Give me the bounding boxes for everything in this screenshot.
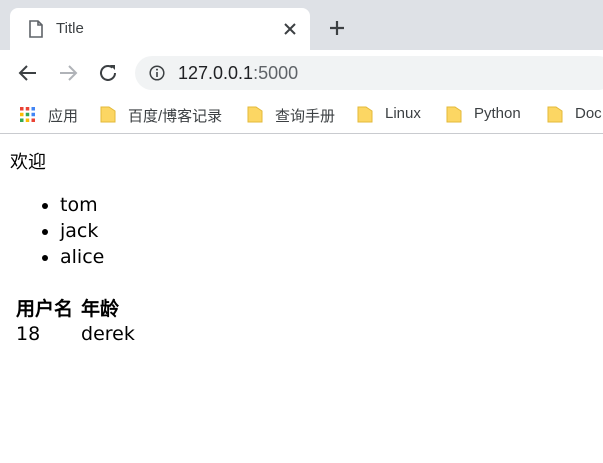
browser-toolbar: 127.0.0.1:5000: [0, 50, 603, 96]
tab-title: Title: [56, 20, 84, 37]
folder-icon: [547, 106, 563, 123]
url-host: 127.0.0.1: [178, 63, 254, 83]
user-table: 用户名 年龄 18 derek: [10, 292, 141, 347]
page-content: 欢迎 tom jack alice 用户名 年龄 18 derek: [0, 134, 603, 463]
reload-icon[interactable]: [96, 61, 120, 85]
back-icon[interactable]: [16, 61, 40, 85]
url-text[interactable]: 127.0.0.1:5000: [178, 63, 298, 84]
folder-icon: [100, 106, 116, 123]
bookmark-label: 查询手册: [275, 108, 336, 125]
bookmarks-bar: 应用 百度/博客记录 查询手册 Linux Python Doc: [0, 96, 603, 134]
table-row: 18 derek: [14, 323, 137, 345]
document-icon: [29, 20, 43, 38]
new-tab-icon[interactable]: [327, 18, 347, 38]
bookmark-label: Linux: [385, 105, 421, 122]
apps-icon: [20, 107, 35, 122]
table-cell: 18: [16, 323, 41, 345]
column-header-username: 用户名: [16, 298, 74, 320]
address-bar[interactable]: 127.0.0.1:5000: [135, 56, 603, 90]
browser-tab[interactable]: Title: [10, 8, 310, 50]
info-icon[interactable]: [149, 65, 165, 81]
folder-icon: [247, 106, 263, 123]
folder-icon: [446, 106, 462, 123]
tab-strip: Title: [0, 0, 603, 50]
forward-icon[interactable]: [56, 61, 80, 85]
column-header-age: 年龄: [81, 298, 120, 320]
bookmark-label: Doc: [575, 105, 602, 122]
table-cell: derek: [81, 323, 135, 345]
close-tab-icon[interactable]: [280, 19, 300, 39]
welcome-text: 欢迎: [10, 152, 46, 173]
bookmark-label: 百度/博客记录: [128, 108, 223, 125]
list-item: alice: [60, 244, 104, 270]
bookmark-label: 应用: [48, 108, 79, 125]
bookmark-label: Python: [474, 105, 521, 122]
list-item: jack: [60, 218, 104, 244]
folder-icon: [357, 106, 373, 123]
url-port: :5000: [253, 63, 299, 83]
list-item: tom: [60, 192, 104, 218]
user-list: tom jack alice: [38, 192, 104, 270]
table-header-row: 用户名 年龄: [14, 294, 137, 321]
